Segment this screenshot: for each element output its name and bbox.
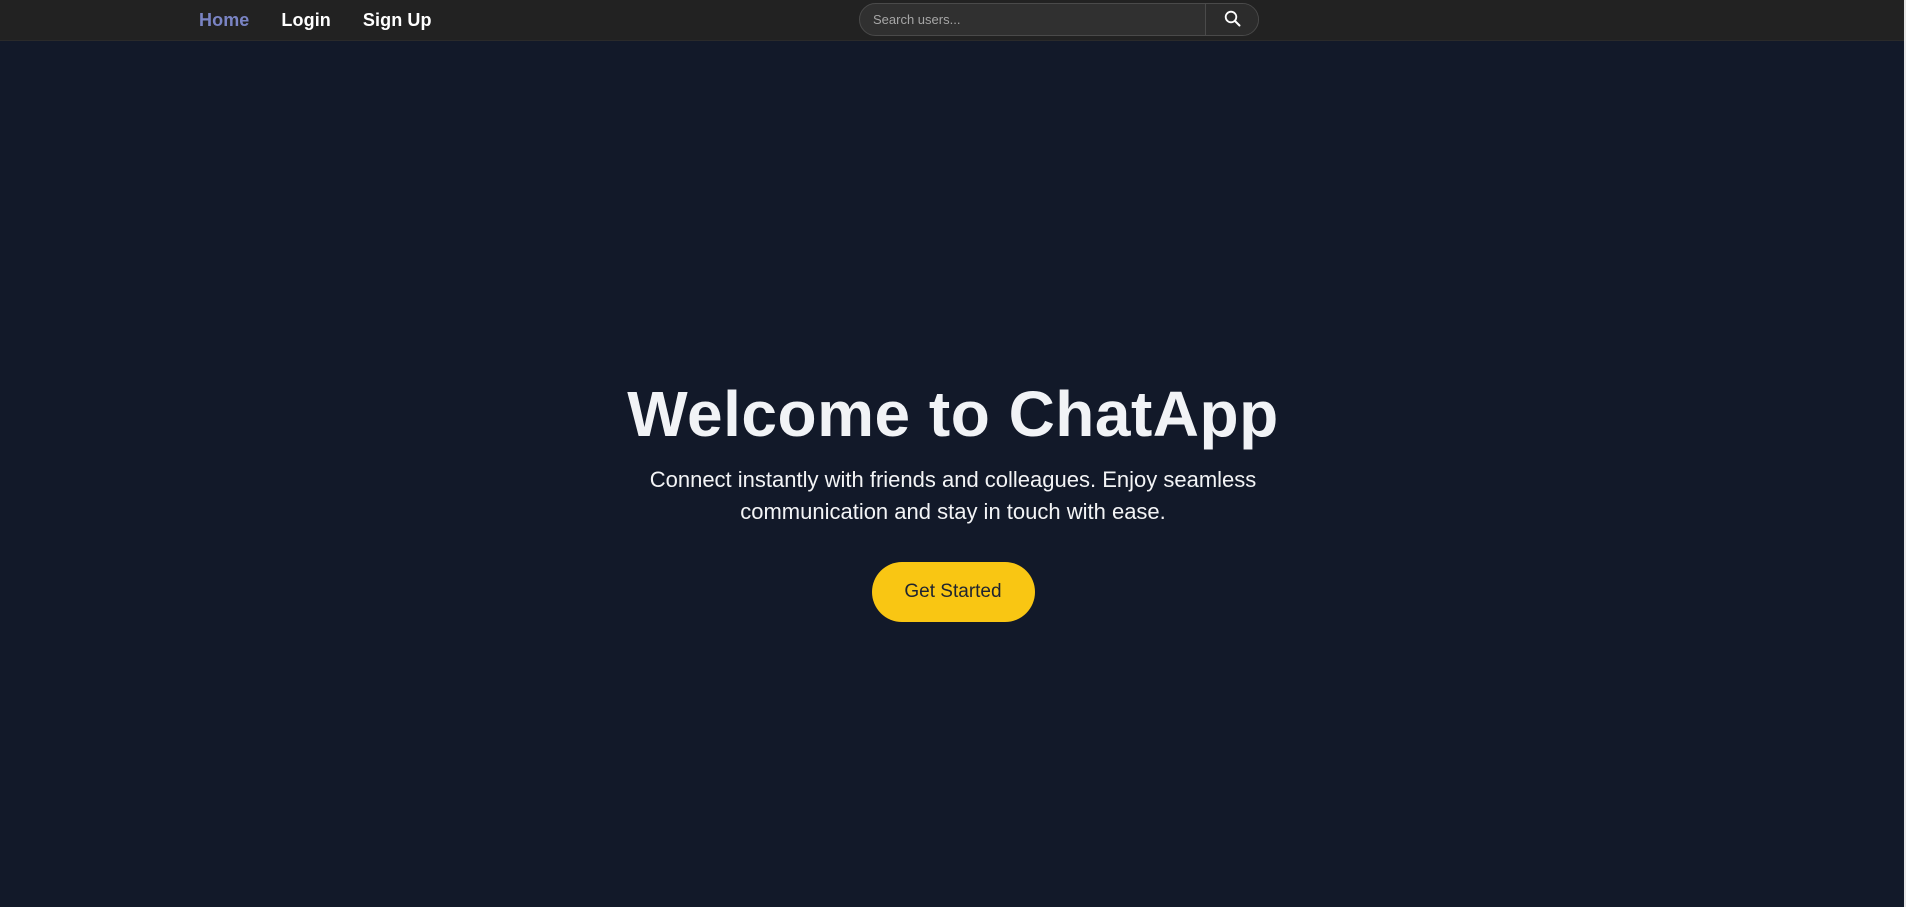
nav-link-home[interactable]: Home xyxy=(199,10,249,31)
nav-links: Home Login Sign Up xyxy=(199,0,432,41)
user-search-box xyxy=(859,3,1259,36)
hero-section: Welcome to ChatApp Connect instantly wit… xyxy=(0,41,1906,907)
search-button[interactable] xyxy=(1205,4,1258,35)
hero-subtitle: Connect instantly with friends and colle… xyxy=(649,467,1257,524)
nav-link-signup[interactable]: Sign Up xyxy=(363,10,432,31)
search-input[interactable] xyxy=(860,4,1205,35)
page: Home Login Sign Up Welcome to ChatApp Co… xyxy=(0,0,1906,907)
nav-link-login[interactable]: Login xyxy=(281,10,330,31)
get-started-button[interactable]: Get Started xyxy=(871,562,1035,622)
hero-title: Welcome to ChatApp xyxy=(627,378,1279,450)
search-icon xyxy=(1224,10,1241,30)
top-navbar: Home Login Sign Up xyxy=(0,0,1906,41)
